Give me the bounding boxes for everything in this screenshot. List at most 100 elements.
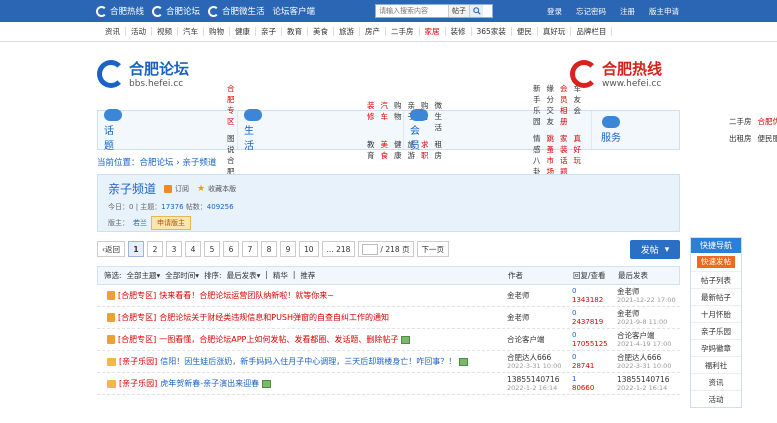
thread-category[interactable]: [合肥专区]	[118, 334, 156, 345]
filter-recommend[interactable]: 推荐	[300, 270, 315, 281]
breadcrumb-home[interactable]: 合肥论坛	[140, 158, 174, 168]
category-link[interactable]: 出租房	[729, 133, 752, 144]
search-button[interactable]	[469, 5, 484, 17]
last-poster[interactable]: 金老师	[617, 309, 640, 318]
thread-author[interactable]: 13855140716	[507, 375, 560, 384]
moderator-link[interactable]: 若兰	[133, 218, 147, 228]
nav-item[interactable]: 便民	[512, 27, 538, 36]
thread-author[interactable]: 合论客户端	[507, 335, 545, 344]
sidebar-item[interactable]: 亲子乐园	[691, 322, 741, 339]
page-link[interactable]: 3	[166, 241, 182, 257]
apply-moderator-button[interactable]: 申请版主	[151, 216, 191, 230]
nav-item[interactable]: 365家装	[472, 27, 512, 36]
page-link[interactable]: 7	[242, 241, 258, 257]
last-poster[interactable]: 13855140716	[617, 375, 670, 384]
category-link[interactable]: 图说合肥	[227, 133, 235, 177]
search-input[interactable]	[376, 7, 449, 15]
sidebar-item[interactable]: 最新帖子	[691, 288, 741, 305]
sidebar-item[interactable]: 活动	[691, 390, 741, 407]
search-scope-select[interactable]: 帖子	[448, 5, 470, 17]
subscribe-button[interactable]: 订阅	[164, 184, 189, 194]
register-link[interactable]: 注册	[620, 6, 635, 17]
sidebar-item[interactable]: 十月怀胎	[691, 305, 741, 322]
top-link-forum[interactable]: 合肥论坛	[152, 5, 200, 17]
filter-digest[interactable]: 精华	[273, 270, 288, 281]
page-link[interactable]: 1	[128, 241, 144, 257]
hotline-logo[interactable]: 合肥热线 www.hefei.cc	[570, 58, 662, 89]
category-link[interactable]: 真好玩	[574, 133, 582, 177]
category-link[interactable]: 跳蚤市场	[547, 133, 555, 177]
nav-item[interactable]: 真好玩	[538, 27, 572, 36]
nav-item[interactable]: 汽车	[178, 27, 204, 36]
login-link[interactable]: 登录	[547, 6, 562, 17]
thread-category[interactable]: [亲子乐园]	[119, 356, 157, 367]
page-link[interactable]: 9	[280, 241, 296, 257]
thread-author[interactable]: 金老师	[507, 291, 530, 300]
page-link[interactable]: 4	[185, 241, 201, 257]
forgot-password-link[interactable]: 忘记密码	[576, 6, 606, 17]
thread-author[interactable]: 金老师	[507, 313, 530, 322]
thread-title[interactable]: 快来看看！合肥论坛运营团队纳新啦！就等你来~	[159, 290, 334, 301]
new-post-button[interactable]: 发帖 ▾	[630, 240, 680, 259]
category-link[interactable]: 教育	[367, 139, 375, 161]
category-link[interactable]: 家装话题	[560, 133, 568, 177]
nav-item[interactable]: 二手房	[386, 27, 420, 36]
top-link-hefei-hotline[interactable]: 合肥热线	[96, 5, 144, 17]
thread-category[interactable]: [合肥专区]	[118, 312, 156, 323]
last-poster[interactable]: 合论客户端	[617, 331, 655, 340]
nav-item[interactable]: 家居	[420, 27, 446, 36]
nav-item[interactable]: 资讯	[100, 27, 126, 36]
favorite-button[interactable]: ★ 收藏本版	[197, 184, 236, 194]
nav-item[interactable]: 旅游	[334, 27, 360, 36]
category-link[interactable]: 便民服务	[758, 133, 777, 144]
top-link-client[interactable]: 论坛客户端	[273, 5, 316, 17]
page-jump-input[interactable]	[362, 243, 379, 255]
category-link[interactable]: 情感八卦	[533, 133, 541, 177]
nav-item[interactable]: 亲子	[256, 27, 282, 36]
top-link-wechat-life[interactable]: 合肥微生活	[208, 5, 265, 17]
nav-item[interactable]: 购物	[204, 27, 230, 36]
logo-icon	[152, 5, 164, 17]
page-link[interactable]: 5	[204, 241, 220, 257]
sidebar-item[interactable]: 孕妈徽章	[691, 339, 741, 356]
thread-category[interactable]: [合肥专区]	[118, 290, 156, 301]
page-jump[interactable]: / 218 页	[358, 241, 414, 257]
forum-logo[interactable]: 合肥论坛 bbs.hefei.cc	[97, 58, 189, 89]
thread-title[interactable]: 虎年贺新春-亲子演出来迎春	[160, 378, 259, 389]
nav-item[interactable]: 装修	[446, 27, 472, 36]
nav-item[interactable]: 品牌栏目	[571, 27, 613, 36]
nav-item[interactable]: 视频	[152, 27, 178, 36]
page-link[interactable]: 6	[223, 241, 239, 257]
sidebar-item[interactable]: 帖子列表	[691, 271, 741, 288]
nav-item[interactable]: 美食	[308, 27, 334, 36]
next-page-button[interactable]: 下一页	[416, 241, 450, 257]
sidebar-item[interactable]: 资讯	[691, 373, 741, 390]
category-link[interactable]: 美食	[381, 139, 389, 161]
thread-author[interactable]: 合肥达人666	[507, 353, 551, 362]
category-link[interactable]: 合肥优选	[758, 116, 777, 127]
nav-item[interactable]: 房产	[360, 27, 386, 36]
filter-time[interactable]: 全部时间▾	[165, 270, 199, 281]
thread-category[interactable]: [亲子乐园]	[119, 378, 157, 389]
thread-title[interactable]: 一图看懂，合肥论坛APP上如何发帖、发看都圈、发话题、删除帖子	[159, 334, 398, 345]
quick-post-button[interactable]: 快速发帖	[697, 256, 735, 268]
thread-title[interactable]: 合肥论坛关于财经类违规信息和PUSH弹窗的自查自纠工作的通知	[159, 312, 389, 323]
category-link[interactable]: 二手房	[729, 116, 752, 127]
page-link[interactable]: 8	[261, 241, 277, 257]
back-button[interactable]: ‹ 返回	[97, 241, 125, 257]
moderator-apply-link[interactable]: 版主申请	[649, 6, 679, 17]
last-poster[interactable]: 合肥达人666	[617, 353, 661, 362]
page-link[interactable]: ... 218	[321, 241, 356, 257]
filter-topics[interactable]: 全部主题▾	[127, 270, 161, 281]
page-link[interactable]: 2	[147, 241, 163, 257]
category-link[interactable]: 健康	[394, 139, 402, 161]
nav-item[interactable]: 活动	[126, 27, 152, 36]
last-poster[interactable]: 金老师	[617, 287, 640, 296]
nav-item[interactable]: 教育	[282, 27, 308, 36]
sort-select[interactable]: 最后发表▾	[227, 270, 261, 281]
thread-title[interactable]: 信阳！因生娃后涨奶，新手妈妈入住月子中心调理，三天后却跳楼身亡！咋回事？！	[160, 356, 456, 367]
page-link[interactable]: 10	[299, 241, 319, 257]
sidebar-item[interactable]: 福利社	[691, 356, 741, 373]
nav-item[interactable]: 健康	[230, 27, 256, 36]
breadcrumb-current[interactable]: 亲子频道	[182, 158, 216, 168]
